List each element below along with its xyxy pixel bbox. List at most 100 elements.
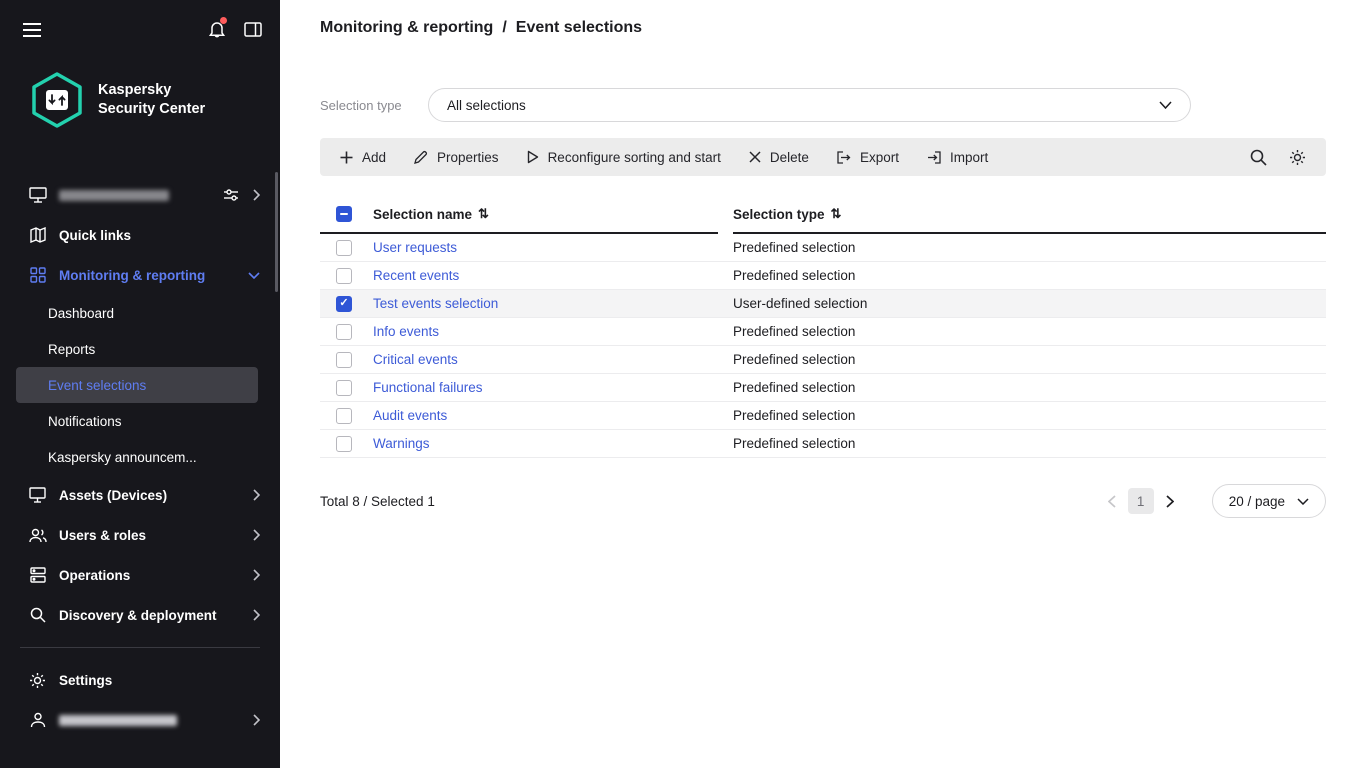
sidebar-item-operations[interactable]: Operations <box>0 555 280 595</box>
table-row[interactable]: Warnings Predefined selection <box>320 430 1326 458</box>
app-window: Kaspersky Security Center Quick links Mo… <box>0 0 1366 768</box>
filter-row: Selection type All selections <box>320 88 1326 122</box>
selection-name-link[interactable]: User requests <box>373 240 733 255</box>
plus-icon <box>340 151 353 164</box>
selection-name-link[interactable]: Info events <box>373 324 733 339</box>
sidebar-item-label: Assets (Devices) <box>59 487 168 503</box>
prev-page-button[interactable] <box>1106 493 1118 510</box>
sidebar-item-label: Event selections <box>48 377 147 393</box>
sidebar: Kaspersky Security Center Quick links Mo… <box>0 0 280 768</box>
column-header-selection-name[interactable]: Selection name ⇅ <box>373 206 489 222</box>
hamburger-menu-icon[interactable] <box>22 22 42 38</box>
sidebar-item-server[interactable] <box>0 175 280 215</box>
monitor-icon <box>28 487 47 503</box>
sidebar-item-label: Notifications <box>48 413 122 429</box>
row-checkbox[interactable] <box>336 267 352 284</box>
table-row[interactable]: Functional failures Predefined selection <box>320 374 1326 402</box>
gear-icon <box>28 672 47 689</box>
server-icon <box>28 187 47 203</box>
sidebar-scrollbar[interactable] <box>275 172 278 292</box>
table-row[interactable]: Recent events Predefined selection <box>320 262 1326 290</box>
page-title: Event selections <box>515 19 643 36</box>
notifications-bell-icon[interactable] <box>208 17 227 39</box>
selection-type-cell: Predefined selection <box>733 268 856 283</box>
sidebar-item-reports[interactable]: Reports <box>0 331 280 367</box>
toolbar: Add Properties Reconfigure sorting and s… <box>320 138 1326 176</box>
sidebar-item-label: Quick links <box>59 227 132 243</box>
import-button[interactable]: Import <box>913 138 1002 176</box>
selection-type-value: All selections <box>447 97 526 113</box>
sidebar-item-dashboard[interactable]: Dashboard <box>0 295 280 331</box>
selection-type-cell: Predefined selection <box>733 436 856 451</box>
row-checkbox[interactable] <box>336 323 352 340</box>
sidebar-item-quick-links[interactable]: Quick links <box>0 215 280 255</box>
sidebar-item-monitoring-reporting[interactable]: Monitoring & reporting <box>0 255 280 295</box>
row-checkbox[interactable] <box>336 379 352 396</box>
sidebar-item-notifications[interactable]: Notifications <box>0 403 280 439</box>
server-name-redacted <box>59 189 169 201</box>
pagination: 1 20 / page <box>1106 484 1326 518</box>
table-footer: Total 8 / Selected 1 1 20 / page <box>320 484 1326 518</box>
sidebar-item-label: Reports <box>48 341 96 357</box>
breadcrumb-parent[interactable]: Monitoring & reporting <box>320 19 493 37</box>
chevron-down-icon <box>1159 101 1172 109</box>
table-row[interactable]: Test events selection User-defined selec… <box>320 290 1326 318</box>
chevron-right-icon <box>253 489 260 501</box>
selection-type-label: Selection type <box>320 97 402 113</box>
current-page[interactable]: 1 <box>1127 488 1154 514</box>
export-button[interactable]: Export <box>823 138 913 176</box>
sidebar-item-settings[interactable]: Settings <box>0 660 280 700</box>
row-checkbox[interactable] <box>336 407 352 424</box>
selection-name-link[interactable]: Warnings <box>373 436 733 451</box>
add-button[interactable]: Add <box>326 138 400 176</box>
sort-icon[interactable]: ⇅ <box>831 206 842 222</box>
sidebar-item-label: Settings <box>59 672 113 688</box>
search-icon[interactable] <box>1244 143 1273 172</box>
selection-name-link[interactable]: Critical events <box>373 352 733 367</box>
gear-icon[interactable] <box>1283 143 1312 172</box>
import-icon <box>927 150 941 164</box>
selection-summary: Total 8 / Selected 1 <box>320 493 435 509</box>
sidebar-item-assets-devices[interactable]: Assets (Devices) <box>0 475 280 515</box>
sidebar-item-kaspersky-announcements[interactable]: Kaspersky announcem... <box>0 439 280 475</box>
table-row[interactable]: Critical events Predefined selection <box>320 346 1326 374</box>
selection-name-link[interactable]: Audit events <box>373 408 733 423</box>
users-icon <box>28 528 47 543</box>
sidebar-item-event-selections[interactable]: Event selections <box>16 367 258 403</box>
username-redacted <box>59 714 177 726</box>
chevron-right-icon[interactable] <box>253 189 260 201</box>
selection-name-link[interactable]: Recent events <box>373 268 733 283</box>
selection-name-link[interactable]: Functional failures <box>373 380 733 395</box>
row-checkbox[interactable] <box>336 351 352 368</box>
selection-name-link[interactable]: Test events selection <box>373 296 733 311</box>
sliders-icon[interactable] <box>223 188 239 202</box>
column-header-selection-type[interactable]: Selection type ⇅ <box>733 206 841 222</box>
panel-toggle-icon[interactable] <box>244 22 262 37</box>
delete-button[interactable]: Delete <box>735 138 823 176</box>
selection-type-select[interactable]: All selections <box>428 88 1191 122</box>
page-size-select[interactable]: 20 / page <box>1211 484 1326 518</box>
sidebar-item-label: Discovery & deployment <box>59 607 217 623</box>
selection-type-cell: Predefined selection <box>733 408 856 423</box>
next-page-button[interactable] <box>1164 493 1176 510</box>
row-checkbox[interactable] <box>336 295 352 312</box>
sidebar-item-account[interactable] <box>0 700 280 740</box>
reconfigure-start-button[interactable]: Reconfigure sorting and start <box>513 138 735 176</box>
sidebar-item-discovery-deployment[interactable]: Discovery & deployment <box>0 595 280 635</box>
row-checkbox[interactable] <box>336 435 352 452</box>
table-row[interactable]: User requests Predefined selection <box>320 234 1326 262</box>
chevron-right-icon <box>253 609 260 621</box>
table-row[interactable]: Audit events Predefined selection <box>320 402 1326 430</box>
properties-button[interactable]: Properties <box>400 138 513 176</box>
export-icon <box>837 150 851 164</box>
sidebar-divider <box>20 647 260 648</box>
row-checkbox[interactable] <box>336 239 352 256</box>
sort-icon[interactable]: ⇅ <box>478 206 489 222</box>
chevron-down-icon <box>1297 497 1309 505</box>
pencil-icon <box>414 150 428 164</box>
table-row[interactable]: Info events Predefined selection <box>320 318 1326 346</box>
main-area: Monitoring & reporting / Event selection… <box>280 0 1366 768</box>
select-all-checkbox[interactable] <box>336 206 352 222</box>
sidebar-item-users-roles[interactable]: Users & roles <box>0 515 280 555</box>
sidebar-item-label: Users & roles <box>59 527 147 543</box>
